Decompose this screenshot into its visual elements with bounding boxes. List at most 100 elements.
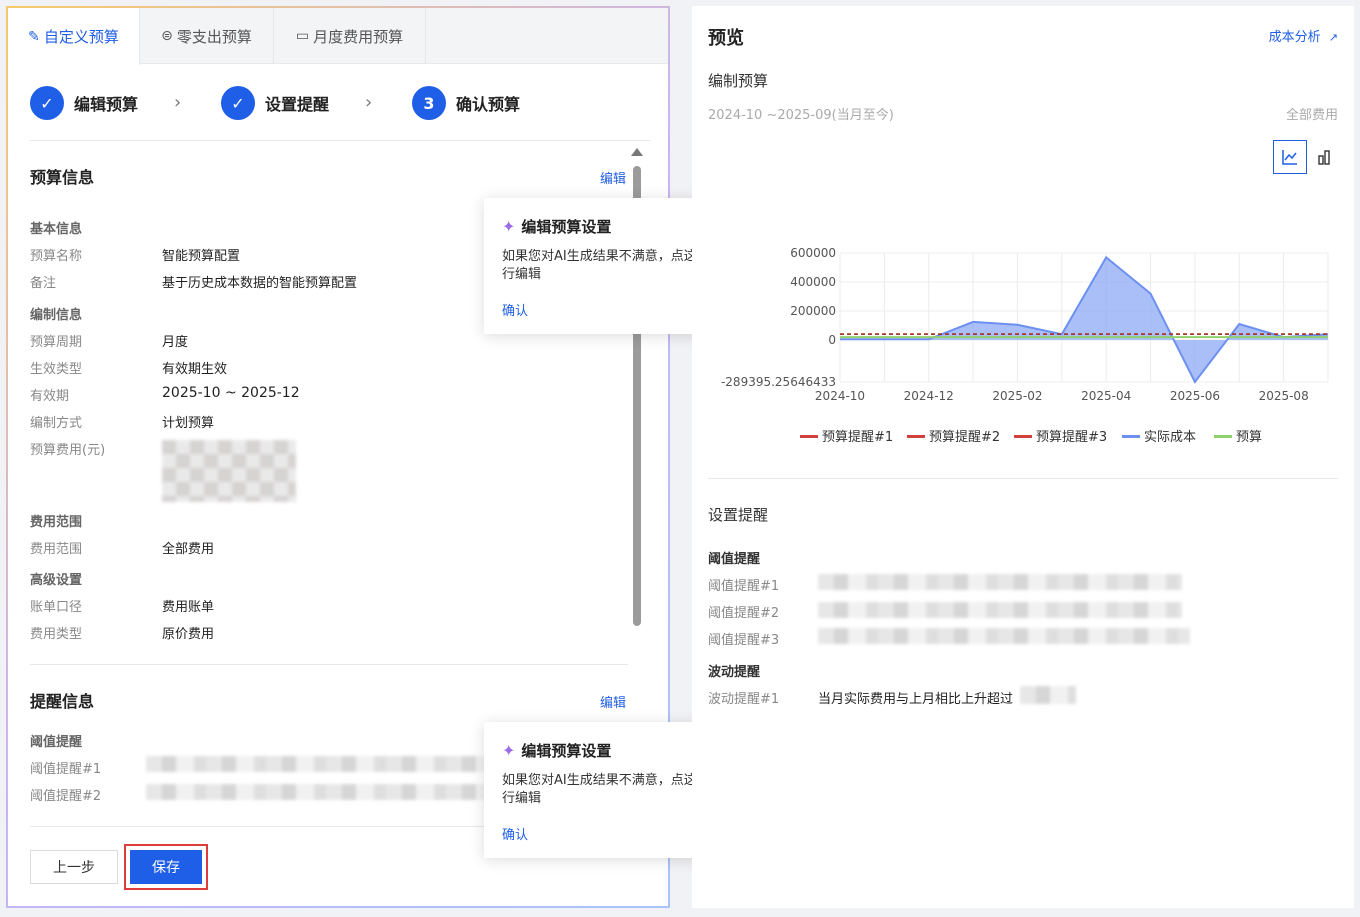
- save-button-highlight: 保存: [124, 844, 208, 890]
- prev-step-button[interactable]: 上一步: [30, 850, 118, 884]
- legend-swatch: [1122, 435, 1140, 438]
- cost-analysis-link[interactable]: 成本分析 ↗: [1269, 26, 1338, 45]
- alerts-title: 设置提醒: [708, 506, 769, 524]
- preview-subtitle: 编制预算: [708, 72, 769, 90]
- tab-label: 零支出预算: [176, 27, 252, 46]
- sparkle-icon: ✦: [502, 217, 516, 236]
- tab-bar: ✎ 自定义预算 ⊜ 零支出预算 ▭ 月度费用预算: [8, 8, 668, 65]
- redacted-threshold-2: [818, 602, 1182, 618]
- check-icon: ✓: [30, 86, 64, 120]
- legend-label: 实际成本: [1144, 430, 1196, 445]
- check-icon: ✓: [221, 86, 255, 120]
- alert-info-edit-link[interactable]: 编辑: [600, 692, 626, 711]
- step-number: 3: [412, 86, 446, 120]
- budget-name-value: 智能预算配置: [162, 249, 241, 264]
- redacted-fluctuation-1: [1020, 686, 1076, 704]
- threshold-2-label: 阈值提醒#2: [708, 606, 780, 621]
- scope-title: 费用范围: [30, 515, 83, 530]
- actual-cost-area: [840, 257, 1328, 382]
- line-chart-toggle[interactable]: [1273, 140, 1307, 174]
- bar-chart-toggle[interactable]: [1307, 140, 1341, 174]
- budget-info-title: 预算信息: [30, 168, 95, 187]
- compile-info-title: 编制信息: [30, 308, 83, 323]
- scope-value: 全部费用: [162, 542, 215, 557]
- legend-swatch: [1214, 435, 1232, 438]
- y-tick-label: -289395.25646433: [721, 375, 836, 389]
- validity-label: 有效期: [30, 389, 70, 404]
- external-link-icon: ↗: [1328, 31, 1338, 44]
- tab-monthly-budget[interactable]: ▭ 月度费用预算: [274, 8, 426, 64]
- tab-label: 自定义预算: [43, 28, 119, 46]
- scroll-up-arrow-icon[interactable]: [631, 148, 643, 156]
- compile-method-value: 计划预算: [162, 416, 215, 431]
- stepper: ✓ 编辑预算 › ✓ 设置提醒 › 3 确认预算: [28, 86, 648, 126]
- chevron-right-icon: ›: [365, 92, 373, 113]
- advanced-title: 高级设置: [30, 573, 83, 588]
- step-edit-budget[interactable]: ✓ 编辑预算: [30, 86, 138, 120]
- redacted-threshold-1: [146, 756, 486, 772]
- legend-label: 预算: [1236, 430, 1262, 445]
- x-tick-label: 2025-04: [1081, 389, 1131, 403]
- sparkle-icon: ✦: [502, 741, 516, 760]
- tab-zero-spend-budget[interactable]: ⊜ 零支出预算: [140, 8, 274, 64]
- step-confirm-budget[interactable]: 3 确认预算: [412, 86, 520, 120]
- note-value: 基于历史成本数据的智能预算配置: [162, 276, 358, 291]
- note-label: 备注: [30, 276, 57, 291]
- alert-info-title: 提醒信息: [30, 692, 95, 711]
- divider: [30, 664, 628, 665]
- line-chart-icon: [1282, 150, 1297, 165]
- y-tick-label: 0: [828, 333, 836, 347]
- validity-value: 2025-10 ~ 2025-12: [162, 385, 300, 401]
- redacted-threshold-1: [818, 574, 1182, 590]
- fee-type-value: 原价费用: [162, 627, 215, 642]
- step-set-alerts[interactable]: ✓ 设置提醒: [221, 86, 329, 120]
- yen-icon: ⊜: [161, 28, 173, 44]
- budget-period-value: 月度: [162, 335, 189, 350]
- budget-period-label: 预算周期: [30, 335, 83, 350]
- budget-fee-label: 预算费用(元): [30, 443, 106, 458]
- divider: [30, 140, 650, 141]
- divider: [708, 478, 1338, 479]
- popover-confirm-link[interactable]: 确认: [502, 300, 528, 319]
- bill-basis-value: 费用账单: [162, 600, 215, 615]
- x-tick-label: 2025-02: [992, 389, 1042, 403]
- tab-label: 月度费用预算: [313, 27, 404, 46]
- legend-label: 预算提醒#3: [1036, 429, 1107, 445]
- popover-title: 编辑预算设置: [521, 742, 612, 760]
- pencil-icon: ✎: [28, 28, 40, 45]
- x-tick-label: 2025-08: [1259, 389, 1309, 403]
- legend-label: 预算提醒#2: [929, 429, 1000, 445]
- bill-basis-label: 账单口径: [30, 600, 83, 615]
- bar-chart-icon: [1318, 150, 1330, 165]
- scope-label: 费用范围: [30, 542, 83, 557]
- y-tick-label: 600000: [790, 246, 836, 260]
- budget-chart: 6000004000002000000-289395.256464332024-…: [721, 246, 1329, 445]
- y-tick-label: 400000: [790, 275, 836, 289]
- budget-info-edit-link[interactable]: 编辑: [600, 168, 626, 187]
- fee-type-label: 费用类型: [30, 627, 83, 642]
- effect-type-label: 生效类型: [30, 362, 83, 377]
- popover-confirm-link[interactable]: 确认: [502, 824, 528, 843]
- effect-type-value: 有效期生效: [162, 362, 228, 377]
- tab-custom-budget[interactable]: ✎ 自定义预算: [8, 8, 140, 65]
- fluctuation-1-value: 当月实际费用与上月相比上升超过: [818, 692, 1014, 707]
- legend-swatch: [1014, 435, 1032, 438]
- threshold-2-label: 阈值提醒#2: [30, 789, 102, 804]
- x-tick-label: 2024-10: [815, 389, 865, 403]
- x-tick-label: 2025-06: [1170, 389, 1220, 403]
- redacted-threshold-2: [146, 784, 486, 800]
- cost-scope: 全部费用: [1285, 108, 1338, 123]
- redacted-budget-fee: [162, 440, 296, 502]
- threshold-1-label: 阈值提醒#1: [708, 579, 780, 594]
- threshold-title: 阈值提醒: [708, 552, 761, 567]
- fluctuation-title: 波动提醒: [708, 665, 761, 680]
- threshold-title: 阈值提醒: [30, 735, 83, 750]
- legend-swatch: [907, 435, 925, 438]
- x-tick-label: 2024-12: [904, 389, 954, 403]
- compile-method-label: 编制方式: [30, 416, 83, 431]
- save-button[interactable]: 保存: [130, 850, 202, 884]
- popover-title: 编辑预算设置: [521, 218, 612, 236]
- legend-swatch: [800, 435, 818, 438]
- budget-name-label: 预算名称: [30, 249, 83, 264]
- calendar-icon: ▭: [295, 28, 310, 44]
